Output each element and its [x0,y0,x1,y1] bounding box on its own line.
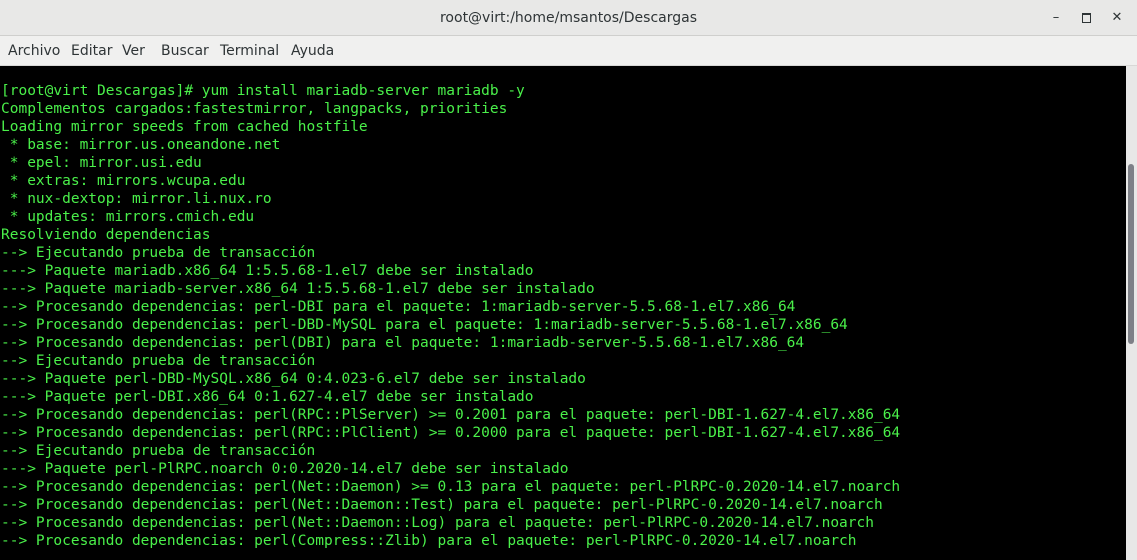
terminal-line: --> Procesando dependencias: perl(Compre… [1,533,857,549]
terminal-line: --> Procesando dependencias: perl(Net::D… [1,497,883,513]
window-titlebar[interactable]: root@virt:/home/msantos/Descargas – ✕ [0,0,1137,36]
terminal-line: * base: mirror.us.oneandone.net [1,137,281,153]
minimize-glyph: – [1052,10,1060,25]
terminal-line: --> Procesando dependencias: perl-DBI pa… [1,299,796,315]
terminal-line: --> Ejecutando prueba de transacción [1,353,316,369]
menu-ayuda[interactable]: Ayuda [291,36,334,66]
window-title: root@virt:/home/msantos/Descargas [439,10,697,26]
menu-terminal[interactable]: Terminal [220,36,279,66]
menu-ver[interactable]: Ver [122,36,145,66]
terminal-line: * epel: mirror.usi.edu [1,155,202,171]
minimize-icon[interactable]: – [1044,6,1068,30]
terminal-line: [root@virt Descargas]# yum install maria… [1,83,525,99]
terminal-scrollbar[interactable] [1126,66,1137,560]
terminal-line: --> Procesando dependencias: perl(RPC::P… [1,425,901,441]
terminal-line: Complementos cargados:fastestmirror, lan… [1,101,508,117]
terminal-line: Loading mirror speeds from cached hostfi… [1,119,368,135]
scrollbar-thumb[interactable] [1128,164,1134,344]
menu-bar: Archivo Editar Ver Buscar Terminal Ayuda [0,36,1137,66]
close-glyph: ✕ [1111,10,1123,25]
terminal-line: * updates: mirrors.cmich.edu [1,209,255,225]
terminal-line: --> Procesando dependencias: perl(RPC::P… [1,407,901,423]
terminal-line: --> Ejecutando prueba de transacción [1,443,316,459]
terminal-line: * nux-dextop: mirror.li.nux.ro [1,191,272,207]
terminal-line: --> Procesando dependencias: perl(Net::D… [1,479,901,495]
terminal-line: --> Procesando dependencias: perl-DBD-My… [1,317,848,333]
terminal-line: ---> Paquete mariadb.x86_64 1:5.5.68-1.e… [1,263,534,279]
maximize-icon[interactable] [1074,6,1098,30]
terminal-line: ---> Paquete perl-DBD-MySQL.x86_64 0:4.0… [1,371,586,387]
terminal-line: --> Procesando dependencias: perl(Net::D… [1,515,874,531]
menu-editar[interactable]: Editar [71,36,112,66]
close-icon[interactable]: ✕ [1105,6,1129,30]
terminal-line: --> Ejecutando prueba de transacción [1,245,316,261]
terminal-line: * extras: mirrors.wcupa.edu [1,173,246,189]
menu-buscar[interactable]: Buscar [161,36,209,66]
menu-archivo[interactable]: Archivo [8,36,60,66]
terminal-line: --> Procesando dependencias: perl(DBI) p… [1,335,805,351]
terminal-line: ---> Paquete perl-DBI.x86_64 0:1.627-4.e… [1,389,534,405]
terminal-line: ---> Paquete perl-PlRPC.noarch 0:0.2020-… [1,461,569,477]
terminal-output[interactable]: [root@virt Descargas]# yum install maria… [0,66,1126,560]
terminal-line: Resolviendo dependencias [1,227,211,243]
terminal-line: ---> Paquete mariadb-server.x86_64 1:5.5… [1,281,595,297]
